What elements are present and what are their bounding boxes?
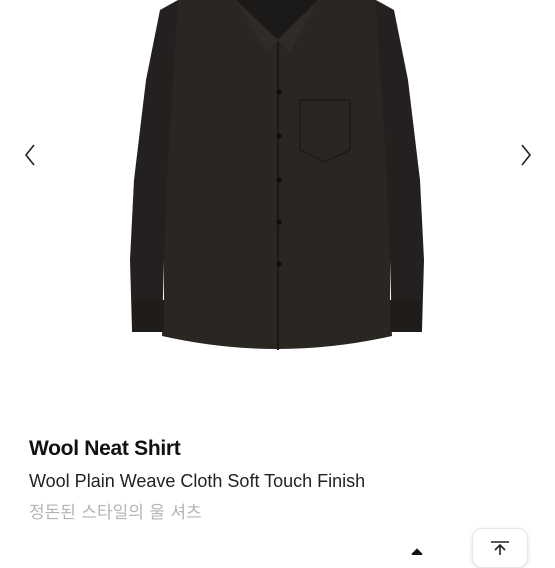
shirt-image [130, 0, 424, 350]
arrow-up-icon [491, 541, 509, 555]
product-image-gallery [0, 0, 555, 400]
diamond-icon [411, 548, 423, 555]
chevron-right-icon [521, 144, 532, 166]
product-description-korean: 정돈된 스타일의 울 셔츠 [29, 503, 202, 523]
gallery-prev-button[interactable] [18, 140, 42, 170]
chevron-left-icon [24, 144, 35, 166]
product-info: Wool Neat Shirt Wool Plain Weave Cloth S… [29, 434, 529, 526]
gallery-next-button[interactable] [514, 140, 538, 170]
product-name: Wool Neat Shirt [29, 437, 181, 460]
product-description: Wool Plain Weave Cloth Soft Touch Finish [29, 471, 366, 491]
scroll-to-top-button[interactable] [472, 528, 528, 568]
